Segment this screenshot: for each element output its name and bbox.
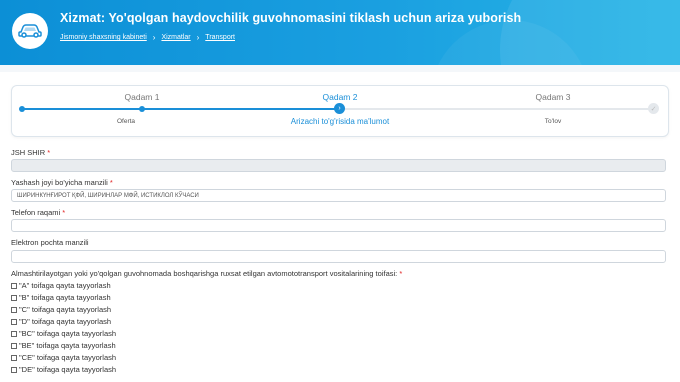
category-option-b[interactable]: "B" toifaga qayta tayyorlash xyxy=(11,293,111,302)
category-option-bc[interactable]: "BC" toifaga qayta tayyorlash xyxy=(11,329,116,338)
required-mark: * xyxy=(399,269,403,278)
stepper-progress-track xyxy=(22,108,340,110)
step-1-label: Oferta xyxy=(116,118,136,125)
phone-field[interactable] xyxy=(11,219,666,232)
chevron-right-icon: › xyxy=(196,33,200,42)
required-mark: * xyxy=(109,178,113,187)
category-label: "B" toifaga qayta tayyorlash xyxy=(19,293,111,302)
address-field[interactable]: ШИРИНКҮНҒИРОТ ҚФЙ, ШИРИНЛАР МФЙ, ИСТИКЛО… xyxy=(11,189,666,202)
breadcrumb: Jismoniy shaxsning kabineti › Xizmatlar … xyxy=(60,33,235,42)
step-3-label: To'lov xyxy=(544,118,562,125)
category-option-d[interactable]: "D" toifaga qayta tayyorlash xyxy=(11,317,111,326)
category-label: "CE" toifaga qayta tayyorlash xyxy=(19,353,117,362)
main-content: Qadam 1 Qadam 2 Qadam 3 › ✓ Oferta Ariza… xyxy=(0,72,680,382)
chevron-right-icon: › xyxy=(152,33,156,42)
category-option-be[interactable]: "BE" toifaga qayta tayyorlash xyxy=(11,341,116,350)
checkbox[interactable] xyxy=(11,294,17,301)
chevron-right-icon: › xyxy=(334,103,345,114)
checkbox[interactable] xyxy=(11,306,17,313)
page-title: Xizmat: Yo'qolgan haydovchilik guvohnoma… xyxy=(60,11,522,25)
category-option-de[interactable]: "DE" toifaga qayta tayyorlash xyxy=(11,365,116,374)
category-label: "A" toifaga qayta tayyorlash xyxy=(19,281,111,290)
required-mark: * xyxy=(62,208,66,217)
address-label-text: Yashash joyi bo'yicha manzili xyxy=(11,178,108,187)
category-option-ce[interactable]: "CE" toifaga qayta tayyorlash xyxy=(11,353,116,362)
step-dot xyxy=(139,106,145,112)
breadcrumb-cabinet-link[interactable]: Jismoniy shaxsning kabineti xyxy=(60,34,147,41)
required-mark: * xyxy=(47,148,51,157)
category-option-a[interactable]: "A" toifaga qayta tayyorlash xyxy=(11,281,111,290)
checkbox[interactable] xyxy=(11,282,17,289)
page-header: Xizmat: Yo'qolgan haydovchilik guvohnoma… xyxy=(0,0,680,65)
jshshir-label-text: JSH SHIR xyxy=(11,148,46,157)
checkbox[interactable] xyxy=(11,342,17,349)
phone-label: Telefon raqami * xyxy=(11,208,65,217)
phone-label-text: Telefon raqami xyxy=(11,208,61,217)
checkbox[interactable] xyxy=(11,366,17,373)
checkbox[interactable] xyxy=(11,330,17,337)
checkbox[interactable] xyxy=(11,354,17,361)
category-label: "DE" toifaga qayta tayyorlash xyxy=(19,365,117,374)
category-label: "BE" toifaga qayta tayyorlash xyxy=(19,341,116,350)
step-dot xyxy=(19,106,25,112)
breadcrumb-services-link[interactable]: Xizmatlar xyxy=(161,34,190,41)
stepper: Qadam 1 Qadam 2 Qadam 3 › ✓ Oferta Ariza… xyxy=(11,85,669,137)
breadcrumb-transport-link[interactable]: Transport xyxy=(205,34,235,41)
step-2-title: Qadam 2 xyxy=(322,92,358,102)
step-2-label: Arizachi to'g'risida ma'lumot xyxy=(290,117,390,126)
car-icon xyxy=(12,13,48,49)
step-1-title: Qadam 1 xyxy=(124,92,160,102)
checkbox[interactable] xyxy=(11,318,17,325)
category-option-c[interactable]: "C" toifaga qayta tayyorlash xyxy=(11,305,111,314)
category-label: "BC" toifaga qayta tayyorlash xyxy=(19,329,117,338)
step-3-title: Qadam 3 xyxy=(535,92,571,102)
jshshir-label: JSH SHIR * xyxy=(11,148,50,157)
email-label: Elektron pochta manzili xyxy=(11,238,89,247)
jshshir-field xyxy=(11,159,666,172)
category-label: "D" toifaga qayta tayyorlash xyxy=(19,317,112,326)
email-field[interactable] xyxy=(11,250,666,263)
category-question: Almashtirilayotgan yoki yo'qolgan guvohn… xyxy=(11,269,402,278)
category-label: "C" toifaga qayta tayyorlash xyxy=(19,305,112,314)
stepper-remaining-track xyxy=(340,108,653,110)
category-question-text: Almashtirilayotgan yoki yo'qolgan guvohn… xyxy=(11,269,398,278)
check-icon: ✓ xyxy=(648,103,659,114)
address-label: Yashash joyi bo'yicha manzili * xyxy=(11,178,113,187)
